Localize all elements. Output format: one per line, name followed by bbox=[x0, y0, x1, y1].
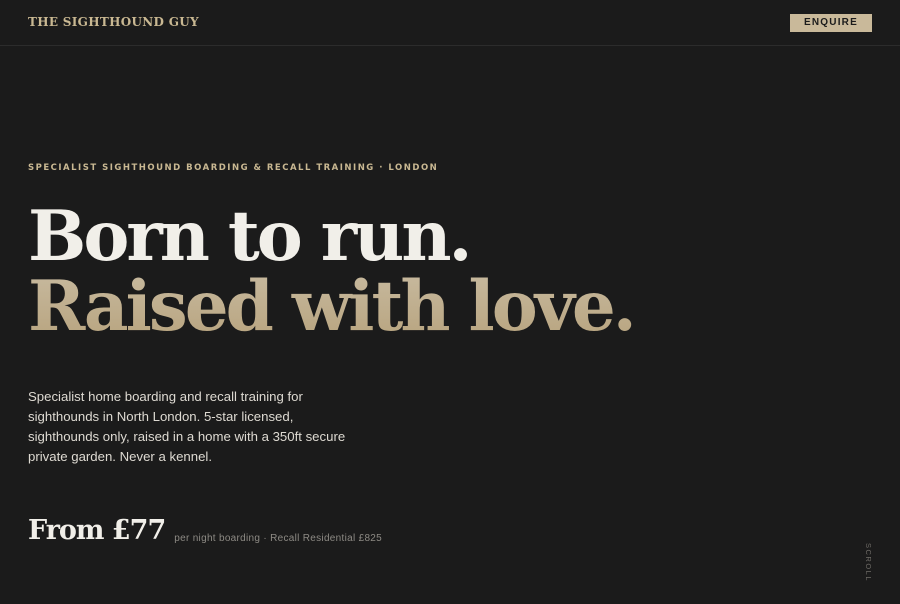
scroll-indicator[interactable]: SCROLL bbox=[859, 543, 873, 583]
hero-description: Specialist home boarding and recall trai… bbox=[28, 389, 346, 464]
hero-eyebrow: SPECIALIST SIGHTHOUND BOARDING & RECALL … bbox=[28, 163, 439, 173]
price-row: From £77 per night boarding · Recall Res… bbox=[28, 514, 382, 548]
top-nav: THE SIGHTHOUND GUY ENQUIRE bbox=[0, 0, 900, 46]
headline-line-2: Raised with love. bbox=[28, 266, 637, 347]
enquire-button[interactable]: ENQUIRE bbox=[790, 14, 872, 32]
price-from: From £77 bbox=[28, 515, 166, 546]
brand-logo[interactable]: THE SIGHTHOUND GUY bbox=[28, 15, 199, 29]
headline-line-1: Born to run. bbox=[28, 196, 473, 277]
price-note: per night boarding · Recall Residential … bbox=[174, 533, 383, 544]
